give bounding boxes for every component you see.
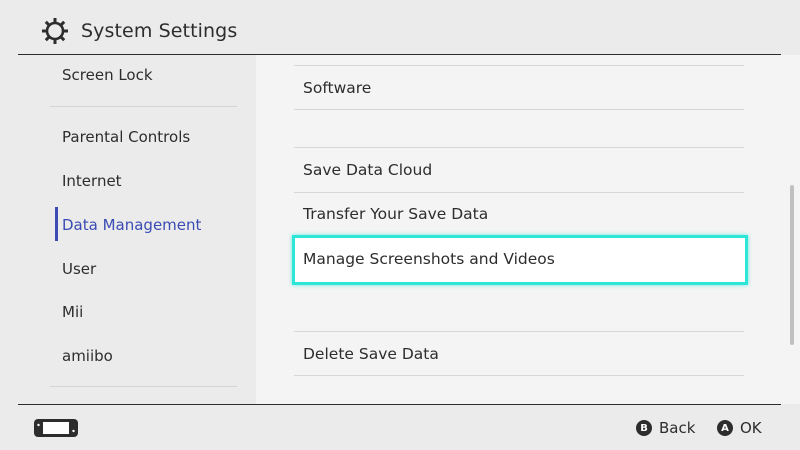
sidebar-item-data-management[interactable]: Data Management	[62, 214, 201, 236]
a-button-icon: A	[717, 420, 733, 436]
focused-menu-item[interactable]: Manage Screenshots and Videos	[292, 235, 748, 285]
menu-item-save-data-cloud[interactable]: Save Data Cloud	[303, 159, 432, 181]
sidebar-divider	[50, 386, 237, 387]
selection-indicator	[55, 207, 58, 241]
sidebar: Screen Lock Parental Controls Internet D…	[0, 55, 256, 404]
settings-content-panel: Software Save Data Cloud Transfer Your S…	[256, 55, 800, 404]
menu-item-transfer-save-data[interactable]: Transfer Your Save Data	[303, 203, 488, 225]
row-divider	[294, 65, 744, 66]
menu-item-manage-screenshots[interactable]: Manage Screenshots and Videos	[303, 248, 555, 270]
sidebar-divider	[50, 106, 237, 107]
sidebar-item-user[interactable]: User	[62, 258, 96, 280]
ok-label: OK	[740, 419, 762, 437]
back-label: Back	[659, 419, 696, 437]
row-divider	[294, 331, 744, 332]
b-button-icon: B	[636, 420, 652, 436]
handheld-console-icon	[34, 419, 78, 437]
menu-item-software[interactable]: Software	[303, 77, 371, 99]
sidebar-item-internet[interactable]: Internet	[62, 170, 122, 192]
row-divider	[294, 192, 744, 193]
row-divider	[294, 147, 744, 148]
row-divider	[294, 109, 744, 110]
gear-icon	[42, 18, 68, 44]
footer-bar: B Back A OK	[0, 405, 800, 450]
menu-item-delete-save-data[interactable]: Delete Save Data	[303, 343, 439, 365]
sidebar-item-parental-controls[interactable]: Parental Controls	[62, 126, 190, 148]
ok-button[interactable]: A OK	[717, 417, 762, 439]
sidebar-item-screen-lock[interactable]: Screen Lock	[62, 64, 153, 86]
header-bar: System Settings	[0, 0, 800, 54]
page-title: System Settings	[81, 20, 238, 42]
sidebar-item-mii[interactable]: Mii	[62, 301, 83, 323]
sidebar-item-amiibo[interactable]: amiibo	[62, 345, 113, 367]
row-divider	[294, 375, 744, 376]
back-button[interactable]: B Back	[636, 417, 695, 439]
scrollbar[interactable]	[790, 185, 794, 345]
